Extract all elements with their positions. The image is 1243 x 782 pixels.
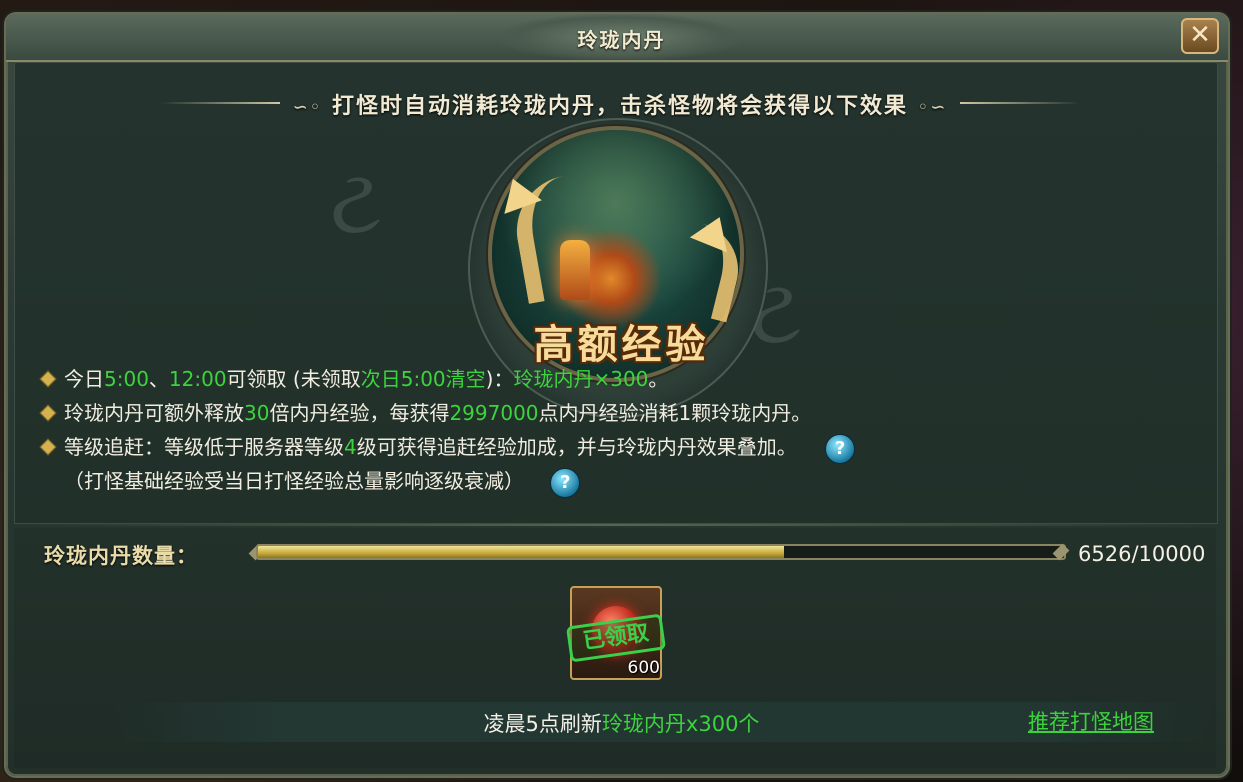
warrior-figure-icon (560, 240, 590, 300)
quantity-label: 玲珑内丹数量： (44, 543, 198, 568)
bullet-diamond-icon (39, 370, 57, 388)
curl-right-icon: ◦∽ (917, 97, 948, 118)
curl-left-icon: ∽◦ (292, 97, 323, 118)
info-line-exp-multiplier: 玲珑内丹可额外释放30倍内丹经验，每获得2997000点内丹经验消耗1颗玲珑内丹… (39, 396, 1040, 430)
recommended-map-link[interactable]: 推荐打怪地图 (1028, 706, 1154, 736)
close-button[interactable]: ✕ (1181, 18, 1219, 54)
bullet-diamond-icon (39, 404, 57, 422)
effect-header-text: 打怪时自动消耗玲珑内丹，击杀怪物将会获得以下效果 (331, 93, 908, 119)
info-line-decay-note: （打怪基础经验受当日打怪经验总量影响逐级衰减） ? (40, 464, 1040, 498)
info-line-daily-claim: 今日5:00、12:00可领取 (未领取次日5:00清空)：玲珑内丹×300。 (39, 362, 1040, 396)
help-icon[interactable]: ? (825, 433, 856, 464)
quantity-progress-fill (258, 546, 784, 558)
bullet-diamond-icon (39, 438, 57, 456)
cloud-decoration-icon: ટ (330, 150, 383, 255)
dialog-title: 玲珑内丹 (577, 28, 666, 52)
section-divider (14, 524, 1216, 526)
quantity-progress-bar (256, 544, 1066, 560)
info-line-level-catchup: 等级追赶：等级低于服务器等级4级可获得追赶经验加成，并与玲珑内丹效果叠加。 ? (39, 430, 1040, 464)
item-count: 600 (627, 658, 660, 678)
info-list: 今日5:00、12:00可领取 (未领取次日5:00清空)：玲珑内丹×300。 … (39, 362, 1040, 498)
quantity-value: 6526/10000 (1078, 542, 1206, 566)
effect-header: ∽◦ 打怪时自动消耗玲珑内丹，击杀怪物将会获得以下效果 ◦∽ (160, 86, 1080, 120)
help-icon[interactable]: ? (550, 467, 581, 498)
